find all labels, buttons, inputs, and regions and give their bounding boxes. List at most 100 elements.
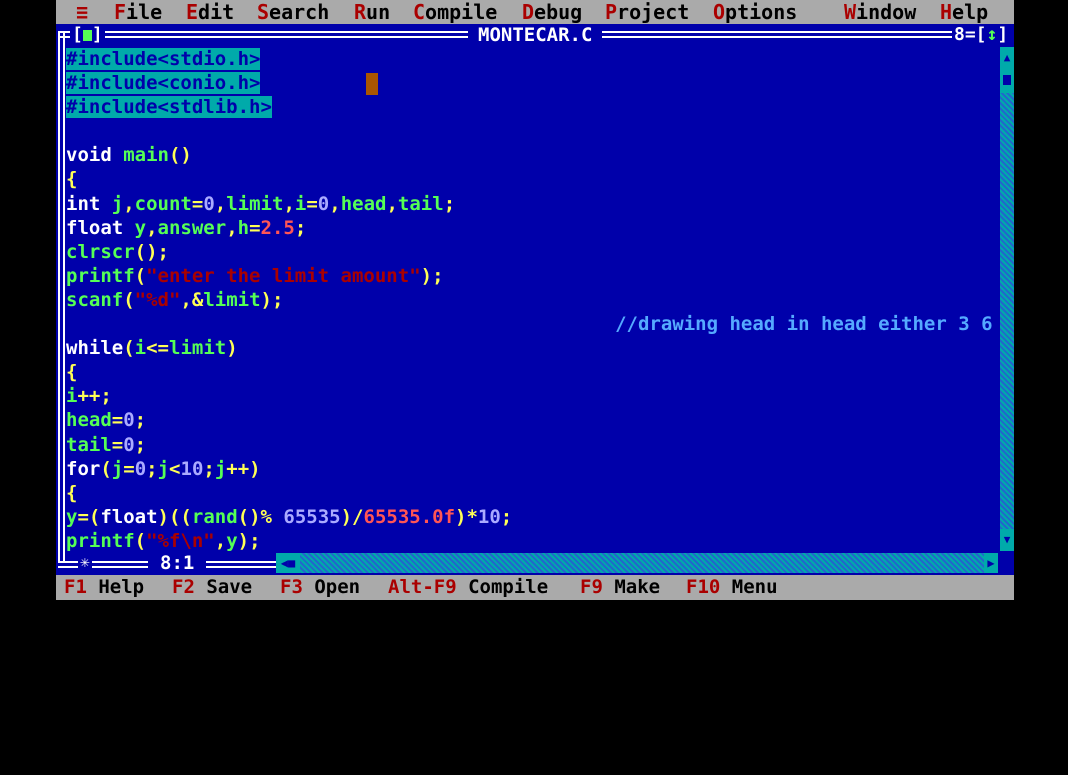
function-label: Open — [314, 576, 361, 598]
code-token: )/ — [340, 505, 364, 528]
code-token: { — [66, 168, 78, 191]
code-line[interactable]: #include<stdlib.h> — [66, 95, 1000, 119]
menu-label: ebug — [534, 0, 583, 24]
code-token: = — [306, 192, 318, 215]
code-token: printf — [66, 264, 135, 287]
zoom-button[interactable]: 8=[↕] — [952, 24, 1011, 46]
code-token: = — [111, 433, 124, 456]
menu-file[interactable]: File — [114, 0, 162, 24]
window-frame-top: [] MONTECAR.C 8=[↕] — [56, 24, 1014, 561]
code-token: ; — [294, 216, 307, 239]
code-token: , — [123, 192, 135, 215]
code-editor[interactable]: #include<stdio.h> #include<conio.h> #inclu… — [66, 47, 1000, 551]
status-compile[interactable]: Alt-F9 Compile — [388, 575, 548, 600]
menu-options[interactable]: Options — [713, 0, 797, 24]
code-line[interactable] — [66, 119, 1000, 143]
code-line[interactable]: clrscr(); — [66, 240, 1000, 264]
code-token: ; — [203, 457, 215, 480]
function-key: F3 — [280, 576, 303, 598]
code-token: "%f\n" — [146, 529, 215, 551]
menu-label: ptions — [725, 0, 798, 24]
code-line[interactable]: scanf("%d",&limit); — [66, 288, 1000, 312]
code-token: ,& — [180, 288, 204, 311]
code-token: 65535.0f — [363, 505, 456, 528]
menu-bar: ≡ File Edit Search Run Compile Debug Pro… — [56, 0, 1014, 24]
code-line[interactable]: { — [66, 481, 1000, 505]
code-token: = — [249, 216, 261, 239]
code-token: ( — [134, 264, 147, 287]
code-token: 0 — [317, 192, 330, 215]
menu-project[interactable]: Project — [605, 0, 689, 24]
status-menu[interactable]: F10 Menu — [686, 575, 778, 600]
code-token: { — [66, 481, 78, 504]
scroll-left-arrow-icon[interactable]: ◀■ — [276, 553, 300, 573]
menu-debug[interactable]: Debug — [522, 0, 582, 24]
status-save[interactable]: F2 Save — [172, 575, 252, 600]
menu-edit[interactable]: Edit — [186, 0, 234, 24]
code-token: "enter the limit amount" — [146, 264, 421, 287]
code-line[interactable]: int j,count=0,limit,i=0,head,tail; — [66, 192, 1000, 216]
code-line[interactable]: head=0; — [66, 408, 1000, 432]
menu-hotkey: P — [605, 0, 618, 24]
code-line[interactable]: { — [66, 360, 1000, 384]
code-token: 0 — [123, 433, 135, 456]
code-line[interactable]: #include<conio.h> — [66, 71, 1000, 95]
code-token: < — [169, 457, 181, 480]
code-token: y — [226, 529, 238, 551]
code-line[interactable]: void main() — [66, 143, 1000, 167]
code-line[interactable]: y=(float)((rand()% 65535)/65535.0f)*10; — [66, 505, 1000, 529]
code-line[interactable]: printf("enter the limit amount"); — [66, 264, 1000, 288]
system-menu[interactable]: ≡ — [76, 0, 88, 24]
code-line[interactable]: tail=0; — [66, 433, 1000, 457]
code-token: = — [123, 457, 135, 480]
code-token: , — [386, 192, 398, 215]
menu-run[interactable]: Run — [354, 0, 390, 24]
menu-label: indow — [856, 0, 917, 24]
scroll-down-arrow-icon[interactable]: ▼ — [1000, 529, 1014, 551]
scroll-up-arrow-icon[interactable]: ▲ — [1000, 47, 1014, 69]
code-token: ( — [123, 288, 135, 311]
code-line[interactable]: i++; — [66, 384, 1000, 408]
scroll-right-arrow-icon[interactable]: ▶ — [984, 553, 998, 573]
code-line[interactable]: float y,answer,h=2.5; — [66, 216, 1000, 240]
code-token: ; — [134, 433, 147, 456]
status-help[interactable]: F1 Help — [64, 575, 144, 600]
function-label: Help — [98, 576, 145, 598]
status-make[interactable]: F9 Make — [580, 575, 660, 600]
status-open[interactable]: F3 Open — [280, 575, 360, 600]
frame-line-left — [58, 31, 65, 561]
code-line[interactable]: for(j=0;j<10;j++) — [66, 457, 1000, 481]
menu-search[interactable]: Search — [257, 0, 329, 24]
code-token: float — [100, 505, 158, 528]
code-token: y — [66, 505, 78, 528]
code-token: limit — [169, 337, 227, 360]
code-token: while — [66, 337, 124, 360]
close-icon — [82, 30, 92, 41]
horizontal-scrollbar[interactable]: ◀■ ▶ — [276, 553, 998, 573]
code-token: 65535 — [283, 505, 341, 528]
code-token: tail — [397, 192, 444, 215]
vertical-scrollbar[interactable]: ▲ ▼ — [1000, 47, 1014, 551]
code-token: , — [214, 192, 227, 215]
code-token: (); — [134, 240, 169, 263]
menu-compile[interactable]: Compile — [413, 0, 497, 24]
code-line[interactable]: //drawing head in head either 3 6 or 9 t — [66, 312, 1000, 336]
code-token: j — [111, 192, 124, 215]
code-token: ; — [443, 192, 456, 215]
code-line[interactable]: while(i<=limit) — [66, 336, 1000, 360]
menu-hotkey: O — [713, 0, 726, 24]
close-button[interactable]: [] — [70, 24, 105, 46]
status-bar: F1 Help F2 Save F3 Open Alt-F9 Compile F… — [56, 575, 1014, 600]
scroll-thumb[interactable] — [1000, 69, 1014, 93]
code-token: )(( — [157, 505, 192, 528]
code-token: tail — [66, 433, 112, 456]
code-token: ); — [420, 264, 444, 287]
code-token: j — [111, 457, 124, 480]
menu-help[interactable]: Help — [940, 0, 988, 24]
code-token: count — [134, 192, 192, 215]
code-line[interactable]: { — [66, 167, 1000, 191]
menu-label: earch — [269, 0, 330, 24]
menu-window[interactable]: Window — [844, 0, 916, 24]
code-line[interactable]: #include<stdio.h> — [66, 47, 1000, 71]
code-line[interactable]: printf("%f\n",y); — [66, 529, 1000, 551]
